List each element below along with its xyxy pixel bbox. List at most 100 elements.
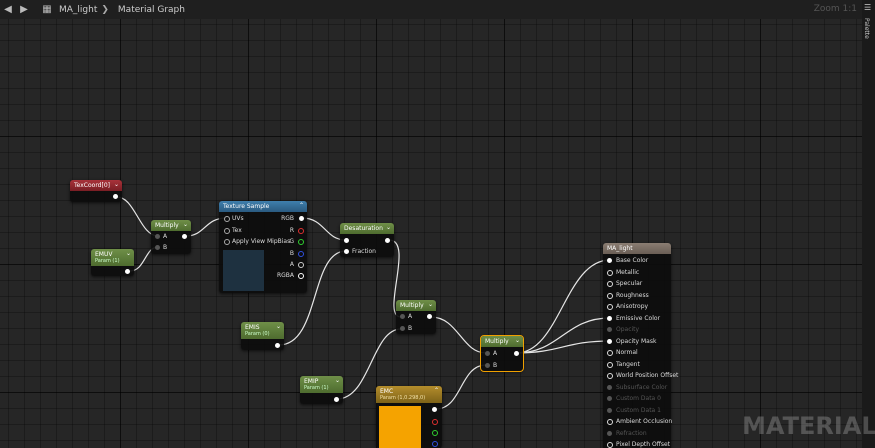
chevron-down-icon[interactable]: ⌄	[515, 337, 520, 344]
input-pin-b[interactable]	[155, 245, 160, 250]
pin-label-b: B	[493, 362, 498, 369]
input-pin[interactable]	[607, 396, 612, 401]
output-pin-b[interactable]	[298, 251, 304, 257]
node-header[interactable]: Texture Sample ⌃	[219, 201, 307, 212]
node-header[interactable]: MA_light	[603, 243, 671, 254]
node-title: EMUV	[95, 251, 113, 258]
pin-label: Base Color	[616, 257, 649, 264]
node-header[interactable]: Multiply ⌄	[481, 336, 523, 347]
input-pin-a[interactable]	[155, 234, 160, 239]
input-pin-a[interactable]	[485, 351, 490, 356]
material-watermark: MATERIAL	[742, 412, 875, 440]
pin-label-a: A	[163, 233, 168, 240]
chevron-down-icon[interactable]: ⌄	[335, 377, 340, 384]
input-pin-b[interactable]	[400, 326, 405, 331]
output-pin-r[interactable]	[298, 228, 304, 234]
pin-label: Subsurface Color	[616, 383, 668, 391]
chevron-down-icon[interactable]: ⌄	[114, 181, 119, 188]
output-pin-rgba[interactable]	[298, 273, 304, 279]
output-pin[interactable]	[514, 351, 519, 356]
node-emip[interactable]: EMIP Param (1) ⌄	[300, 376, 343, 404]
pin-label: Opacity Mask	[616, 337, 657, 345]
output-pin-rgb[interactable]	[299, 216, 304, 221]
pin-label: Refraction	[616, 429, 647, 437]
node-title: Desaturation	[344, 225, 383, 232]
node-subtitle: Param (1)	[304, 385, 329, 391]
input-pin[interactable]	[607, 269, 613, 276]
node-header[interactable]: Multiply ⌄	[151, 220, 191, 231]
input-pin-a[interactable]	[400, 314, 405, 319]
output-pin[interactable]	[275, 343, 280, 348]
pin-label: Emissive Color	[616, 314, 661, 322]
output-pin-b[interactable]	[432, 441, 438, 447]
chevron-up-icon[interactable]: ⌃	[299, 202, 304, 209]
node-multiply-2[interactable]: Multiply ⌄ A B	[396, 300, 436, 334]
output-pin[interactable]	[113, 194, 118, 199]
node-header[interactable]: EMIS Param (0) ⌄	[241, 322, 284, 339]
input-pin[interactable]	[607, 442, 613, 448]
chevron-down-icon[interactable]: ⌄	[276, 323, 281, 330]
output-pin[interactable]	[334, 397, 339, 402]
input-pin[interactable]	[607, 384, 612, 390]
wire-emc-multiply3b	[435, 364, 487, 410]
input-pin[interactable]	[607, 373, 613, 379]
chevron-up-icon[interactable]: ⌃	[434, 387, 439, 394]
output-pin-r[interactable]	[432, 419, 438, 425]
node-header[interactable]: EMUV Param (1) ⌄	[91, 249, 134, 266]
node-texture-sample[interactable]: Texture Sample ⌃ UVs Tex Apply View MipBi…	[219, 201, 307, 293]
input-pin-mipbias[interactable]	[224, 239, 230, 245]
pin-label-rgba: RGBA	[276, 272, 294, 279]
wire-to-basecolor	[515, 259, 611, 354]
node-texcoord[interactable]: TexCoord[0] ⌄	[70, 180, 122, 202]
output-pin-g[interactable]	[298, 239, 304, 245]
input-pin[interactable]	[607, 338, 612, 344]
output-pin[interactable]	[125, 269, 130, 274]
input-pin-fraction[interactable]	[344, 249, 349, 254]
output-pin[interactable]	[427, 314, 432, 319]
input-pin[interactable]	[344, 238, 349, 243]
output-pin[interactable]	[432, 407, 437, 412]
chevron-down-icon[interactable]: ⌄	[183, 221, 188, 228]
node-header[interactable]: EMC Param (1,0.298,0) ⌃	[376, 386, 442, 403]
input-pin[interactable]	[607, 407, 612, 413]
output-pin-a[interactable]	[298, 262, 304, 268]
pin-label: Ambient Occlusion	[616, 418, 673, 425]
node-multiply-1[interactable]: Multiply ⌄ A B	[151, 220, 191, 254]
input-pin[interactable]	[607, 258, 612, 263]
pin-label: Roughness	[616, 291, 649, 299]
input-pin[interactable]	[607, 419, 613, 425]
chevron-down-icon[interactable]: ⌄	[386, 224, 391, 231]
node-multiply-3[interactable]: Multiply ⌄ A B	[480, 335, 524, 372]
chevron-down-icon[interactable]: ⌄	[126, 250, 131, 257]
output-pin[interactable]	[182, 234, 187, 239]
input-pin[interactable]	[607, 327, 612, 332]
input-pin[interactable]	[607, 304, 613, 310]
input-pin-b[interactable]	[485, 363, 490, 368]
node-header[interactable]: EMIP Param (1) ⌄	[300, 376, 343, 393]
input-pin-tex[interactable]	[224, 228, 230, 234]
node-emc[interactable]: EMC Param (1,0.298,0) ⌃	[376, 386, 442, 448]
input-pin[interactable]	[607, 292, 613, 299]
input-pin[interactable]	[607, 315, 612, 321]
node-title: Multiply	[155, 222, 179, 229]
input-pin[interactable]	[607, 361, 613, 368]
output-pin[interactable]	[385, 238, 390, 243]
node-desaturation[interactable]: Desaturation ⌄ Fraction	[340, 223, 394, 257]
pin-label: Metallic	[616, 268, 640, 276]
node-title: EMIP	[304, 378, 319, 385]
input-pin[interactable]	[607, 430, 612, 436]
pin-label-fraction: Fraction	[352, 248, 376, 255]
node-emuv[interactable]: EMUV Param (1) ⌄	[91, 249, 134, 276]
chevron-down-icon[interactable]: ⌄	[428, 301, 433, 308]
input-pin[interactable]	[607, 281, 613, 287]
node-emis[interactable]: EMIS Param (0) ⌄	[241, 322, 284, 350]
node-material-result[interactable]: MA_light Base Color Metallic Specular Rough…	[603, 243, 678, 448]
node-header[interactable]: Multiply ⌄	[396, 300, 436, 311]
output-pin-g[interactable]	[432, 430, 438, 436]
node-header[interactable]: Desaturation ⌄	[340, 223, 394, 234]
node-header[interactable]: TexCoord[0] ⌄	[70, 180, 122, 191]
pin-label-a: A	[289, 261, 294, 268]
input-pin-uvs[interactable]	[224, 216, 230, 222]
input-pin[interactable]	[607, 350, 613, 356]
pin-label-a: A	[493, 350, 498, 357]
